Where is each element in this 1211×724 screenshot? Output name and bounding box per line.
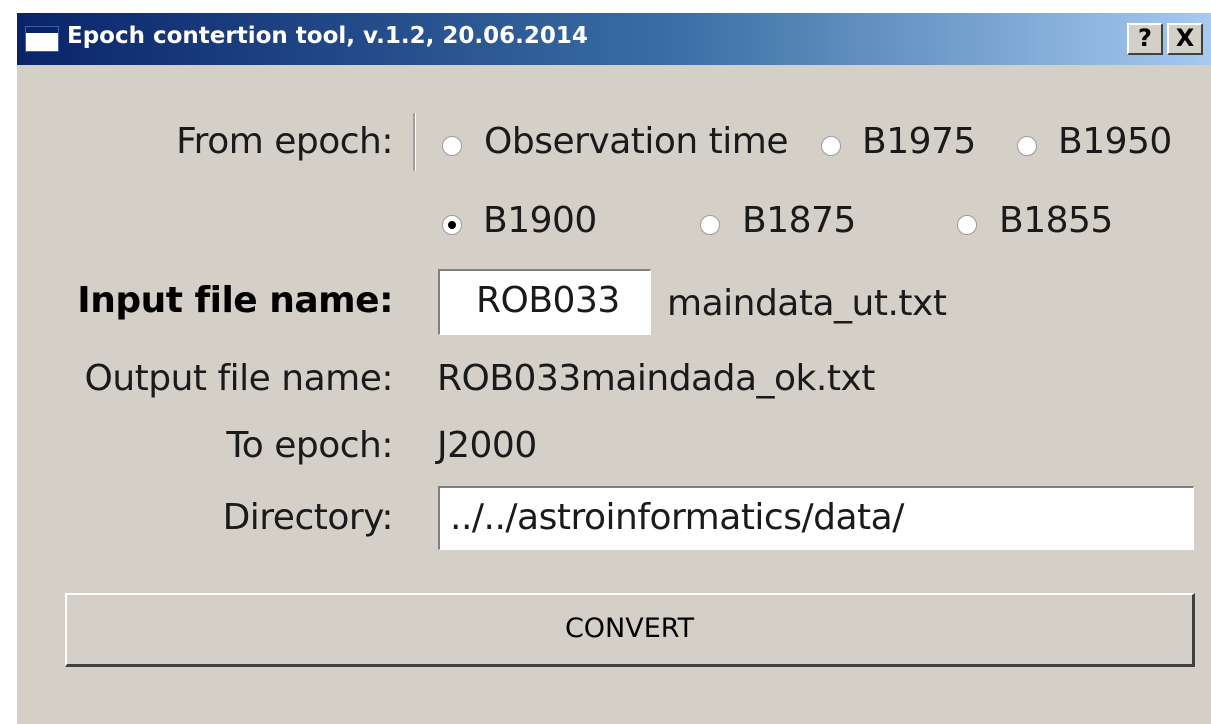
radio-button-icon[interactable] — [700, 215, 720, 235]
window-icon — [25, 26, 59, 52]
convert-button[interactable]: CONVERT — [65, 593, 1195, 667]
input-file-suffix: maindata_ut.txt — [667, 283, 947, 324]
radio-label: B1900 — [483, 200, 597, 241]
radio-label: B1855 — [999, 200, 1113, 241]
radio-label: B1975 — [862, 121, 976, 162]
output-file-value: ROB033maindada_ok.txt — [437, 358, 875, 399]
radio-button-icon[interactable] — [442, 215, 462, 235]
to-epoch-value: J2000 — [437, 425, 537, 466]
radio-button-icon[interactable] — [821, 136, 841, 156]
title-bar[interactable]: Epoch contertion tool, v.1.2, 20.06.2014… — [17, 13, 1211, 65]
from-epoch-label: From epoch: — [176, 121, 393, 162]
help-button[interactable]: ? — [1127, 23, 1163, 55]
separator — [413, 113, 416, 171]
window-title: Epoch contertion tool, v.1.2, 20.06.2014 — [67, 23, 588, 49]
to-epoch-label: To epoch: — [226, 425, 393, 466]
directory-label: Directory: — [222, 497, 394, 538]
radio-button-icon[interactable] — [442, 136, 462, 156]
radio-label: B1875 — [742, 200, 856, 241]
epoch-tool-window: Epoch contertion tool, v.1.2, 20.06.2014… — [17, 13, 1211, 724]
radio-label: Observation time — [484, 121, 789, 162]
close-button[interactable]: X — [1167, 23, 1203, 55]
radio-button-icon[interactable] — [957, 215, 977, 235]
output-file-label: Output file name: — [84, 358, 394, 399]
directory-input[interactable]: ../../astroinformatics/data/ — [438, 486, 1194, 550]
radio-label: B1950 — [1058, 121, 1172, 162]
radio-button-icon[interactable] — [1017, 136, 1037, 156]
input-file-label: Input file name: — [77, 280, 393, 321]
input-file-prefix-field[interactable]: ROB033 — [438, 269, 651, 335]
